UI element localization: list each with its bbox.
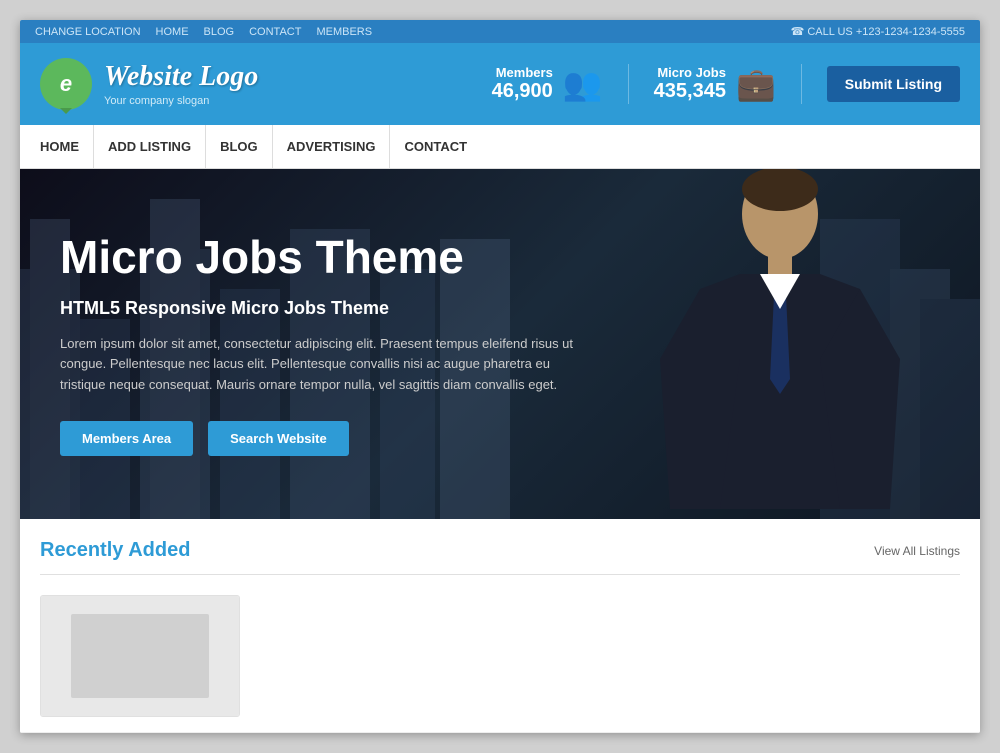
submit-listing-button[interactable]: Submit Listing [827,66,960,102]
header-divider-2 [801,64,802,104]
hero-title: Micro Jobs Theme [60,232,580,283]
nav-advertising[interactable]: ADVERTISING [273,125,391,168]
header: e Website Logo Your company slogan Membe… [20,43,980,125]
person-silhouette [620,169,940,519]
recently-title-rest: Added [123,539,190,561]
thumbnail-placeholder [71,614,210,698]
page-wrapper: CHANGE LOCATION HOME BLOG CONTACT MEMBER… [20,20,980,733]
header-divider [628,64,629,104]
topbar-nav-contact[interactable]: CONTACT [249,26,301,38]
listings-grid [40,590,960,722]
microjobs-label: Micro Jobs [654,65,726,80]
members-area-button[interactable]: Members Area [60,421,193,456]
members-stat: Members 46,900 👥 [492,65,603,103]
topbar-nav-members[interactable]: MEMBERS [316,26,372,38]
members-text: Members 46,900 [492,65,553,103]
logo-slogan: Your company slogan [104,95,258,107]
hero-banner: Micro Jobs Theme HTML5 Responsive Micro … [20,169,980,519]
header-stats: Members 46,900 👥 Micro Jobs 435,345 💼 Su… [492,64,960,104]
microjobs-stat: Micro Jobs 435,345 💼 [654,65,776,103]
microjobs-text: Micro Jobs 435,345 [654,65,726,103]
topbar-nav-home[interactable]: HOME [156,26,189,38]
main-nav: HOME ADD LISTING BLOG ADVERTISING CONTAC… [20,125,980,169]
topbar-nav-change-location[interactable]: CHANGE LOCATION [35,26,141,38]
members-value: 46,900 [492,80,553,103]
nav-contact[interactable]: CONTACT [390,125,481,168]
recently-divider [40,574,960,575]
listing-thumbnail [41,596,239,716]
recently-title-highlight: Recently [40,539,123,561]
members-icon: 👥 [563,65,603,103]
logo-title: Website Logo [104,61,258,93]
recently-title: Recently Added [40,539,190,562]
listing-card[interactable] [40,595,240,717]
nav-home[interactable]: HOME [40,125,94,168]
hero-text: Lorem ipsum dolor sit amet, consectetur … [60,334,580,396]
microjobs-value: 435,345 [654,80,726,103]
logo-area: e Website Logo Your company slogan [40,58,258,110]
phone-number: ☎ CALL US +123-1234-1234-5555 [791,25,965,38]
top-bar-nav: CHANGE LOCATION HOME BLOG CONTACT MEMBER… [35,26,372,38]
logo-icon: e [40,58,92,110]
nav-blog[interactable]: BLOG [206,125,273,168]
topbar-nav-blog[interactable]: BLOG [204,26,235,38]
recently-added-section: Recently Added View All Listings [20,519,980,733]
recently-header: Recently Added View All Listings [40,539,960,562]
hero-content: Micro Jobs Theme HTML5 Responsive Micro … [20,192,620,496]
members-label: Members [492,65,553,80]
hero-subtitle: HTML5 Responsive Micro Jobs Theme [60,298,580,319]
view-all-listings-link[interactable]: View All Listings [874,544,960,558]
hero-buttons: Members Area Search Website [60,421,580,456]
search-website-button[interactable]: Search Website [208,421,349,456]
nav-add-listing[interactable]: ADD LISTING [94,125,206,168]
microjobs-icon: 💼 [736,65,776,103]
logo-text-area: Website Logo Your company slogan [104,61,258,107]
top-bar: CHANGE LOCATION HOME BLOG CONTACT MEMBER… [20,20,980,43]
